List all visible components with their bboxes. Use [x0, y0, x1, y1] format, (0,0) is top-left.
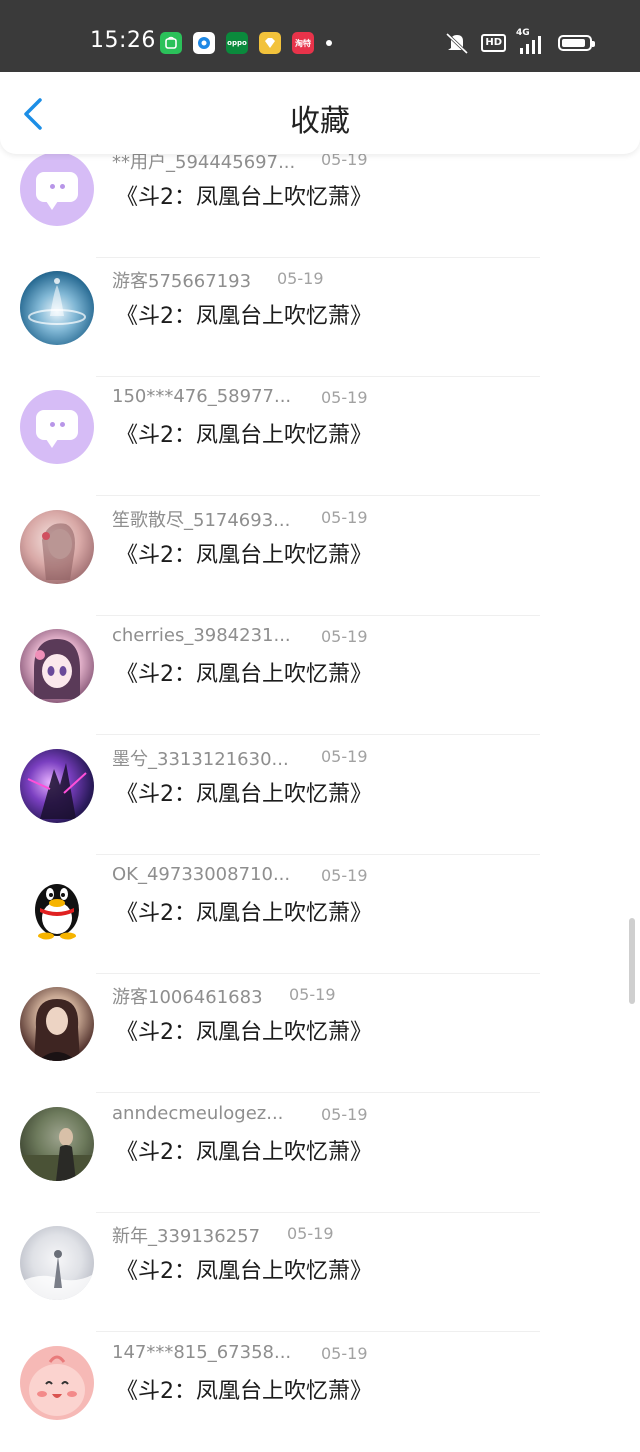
list-item[interactable]: 新年_339136257 05-19 《斗2：凤凰台上吹忆萧》 — [0, 1213, 640, 1332]
list-item[interactable]: 笙歌散尽_5174693... 05-19 《斗2：凤凰台上吹忆萧》 — [0, 497, 640, 616]
user-name: cherries_3984231... — [112, 625, 291, 646]
qq-penguin-icon — [35, 884, 79, 940]
taobao-app-icon: 淘特 — [292, 32, 314, 54]
item-title[interactable]: 《斗2：凤凰台上吹忆萧》 — [116, 1134, 372, 1166]
status-bar: 15:26 oppo 淘特 HD 4G — [0, 0, 640, 72]
item-title[interactable]: 《斗2：凤凰台上吹忆萧》 — [116, 656, 372, 688]
avatar[interactable] — [20, 271, 94, 345]
date: 05-19 — [321, 866, 368, 885]
chat-bubble-icon — [36, 410, 78, 448]
list-item[interactable]: 147***815_67358... 05-19 《斗2：凤凰台上吹忆萧》 — [0, 1333, 640, 1452]
item-title[interactable]: 《斗2：凤凰台上吹忆萧》 — [116, 1014, 372, 1046]
divider — [96, 495, 540, 496]
date: 05-19 — [287, 1224, 334, 1243]
date: 05-19 — [289, 985, 336, 1004]
list-item[interactable]: cherries_3984231... 05-19 《斗2：凤凰台上吹忆萧》 — [0, 616, 640, 735]
date: 05-19 — [321, 627, 368, 646]
avatar[interactable] — [20, 987, 94, 1061]
outdoor-photo-icon — [20, 1128, 94, 1181]
dark-art-icon — [27, 763, 87, 819]
user-name: 游客575667193 — [112, 271, 252, 292]
user-name: OK_49733008710... — [112, 864, 291, 885]
status-time: 15:26 — [90, 28, 156, 53]
list-item[interactable]: OK_49733008710... 05-19 《斗2：凤凰台上吹忆萧》 — [0, 855, 640, 974]
avatar[interactable] — [20, 1226, 94, 1300]
wechat-mini-icon — [160, 32, 182, 54]
chat-bubble-icon — [36, 172, 78, 210]
date: 05-19 — [277, 269, 324, 288]
date: 05-19 — [321, 1344, 368, 1363]
item-title[interactable]: 《斗2：凤凰台上吹忆萧》 — [116, 895, 372, 927]
item-title[interactable]: 《斗2：凤凰台上吹忆萧》 — [116, 1373, 372, 1405]
avatar[interactable] — [20, 390, 94, 464]
date: 05-19 — [321, 1105, 368, 1124]
user-name: 147***815_67358... — [112, 1342, 292, 1363]
avatar[interactable] — [20, 629, 94, 703]
user-name: anndecmeulogez... — [112, 1103, 284, 1124]
water-splash-icon — [28, 278, 86, 325]
mute-icon — [446, 32, 469, 54]
hd-icon: HD — [481, 34, 506, 52]
avatar[interactable] — [20, 510, 94, 584]
item-title[interactable]: 《斗2：凤凰台上吹忆萧》 — [116, 179, 372, 211]
date: 05-19 — [321, 508, 368, 527]
list-item[interactable]: 墨兮_3313121630... 05-19 《斗2：凤凰台上吹忆萧》 — [0, 736, 640, 855]
user-name: 新年_339136257 — [112, 1226, 261, 1247]
network-type: 4G — [516, 28, 530, 38]
user-name: 笙歌散尽_5174693... — [112, 510, 291, 531]
divider — [96, 734, 540, 735]
user-name: 墨兮_3313121630... — [112, 749, 289, 770]
more-notifications-dot — [326, 40, 332, 46]
pink-cartoon-icon — [29, 1355, 85, 1416]
portrait-icon — [42, 523, 75, 580]
avatar[interactable] — [20, 749, 94, 823]
date: 05-19 — [321, 388, 368, 407]
circle-app-icon — [193, 32, 215, 54]
battery-icon — [558, 35, 595, 51]
list-item[interactable]: **用户_594445697... 05-19 《斗2：凤凰台上吹忆萧》 — [0, 139, 640, 258]
notification-icons: oppo 淘特 — [160, 32, 314, 54]
avatar[interactable] — [20, 1107, 94, 1181]
list-item[interactable]: 游客1006461683 05-19 《斗2：凤凰台上吹忆萧》 — [0, 974, 640, 1093]
divider — [96, 1092, 540, 1093]
list-item[interactable]: 150***476_58977... 05-19 《斗2：凤凰台上吹忆萧》 — [0, 377, 640, 496]
favorites-list[interactable]: **用户_594445697... 05-19 《斗2：凤凰台上吹忆萧》 游客5… — [0, 0, 640, 1422]
page-title: 收藏 — [290, 104, 350, 139]
user-name: 150***476_58977... — [112, 386, 292, 407]
oppo-icon: oppo — [226, 32, 248, 54]
woman-photo-icon — [34, 999, 80, 1061]
avatar[interactable] — [20, 868, 94, 942]
divider — [96, 1331, 540, 1332]
system-icons: HD 4G — [443, 28, 595, 55]
item-title[interactable]: 《斗2：凤凰台上吹忆萧》 — [116, 298, 372, 330]
avatar[interactable] — [20, 1346, 94, 1420]
item-title[interactable]: 《斗2：凤凰台上吹忆萧》 — [116, 1253, 372, 1285]
item-title[interactable]: 《斗2：凤凰台上吹忆萧》 — [116, 537, 372, 569]
list-item[interactable]: anndecmeulogez... 05-19 《斗2：凤凰台上吹忆萧》 — [0, 1094, 640, 1213]
signal-icon: 4G — [516, 28, 548, 54]
avatar[interactable] — [20, 152, 94, 226]
item-title[interactable]: 《斗2：凤凰台上吹忆萧》 — [116, 776, 372, 808]
scrollbar-thumb[interactable] — [629, 918, 635, 1004]
user-name: 游客1006461683 — [112, 987, 263, 1008]
diamond-app-icon — [259, 32, 281, 54]
list-item[interactable]: 游客575667193 05-19 《斗2：凤凰台上吹忆萧》 — [0, 258, 640, 377]
page-header: 收藏 — [0, 70, 640, 154]
item-title[interactable]: 《斗2：凤凰台上吹忆萧》 — [116, 417, 372, 449]
date: 05-19 — [321, 747, 368, 766]
anime-girl-icon — [34, 639, 80, 699]
snow-scene-icon — [20, 1250, 94, 1300]
